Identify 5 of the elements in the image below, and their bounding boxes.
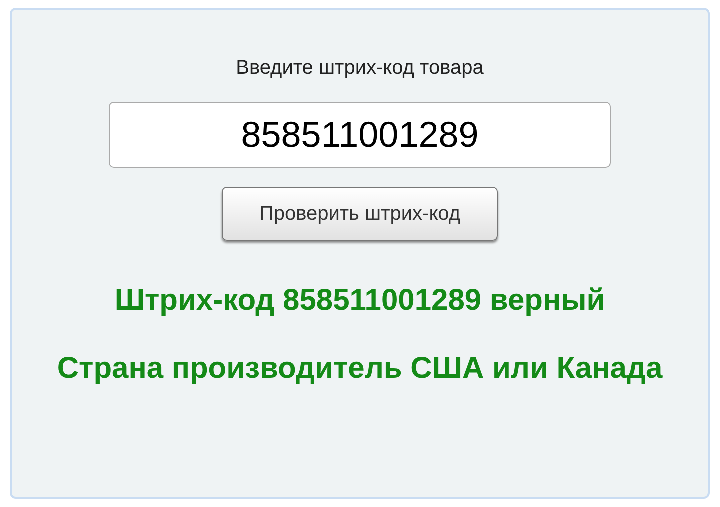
barcode-field[interactable]: 858511001289 [109, 102, 611, 168]
prompt-label: Введите штрих-код товара [236, 56, 484, 81]
result-message: Страна производитель США или Канада [56, 351, 664, 387]
check-button[interactable]: Проверить штрих-код [222, 187, 498, 241]
result-message: Штрих-код 858511001289 верный [114, 283, 606, 319]
